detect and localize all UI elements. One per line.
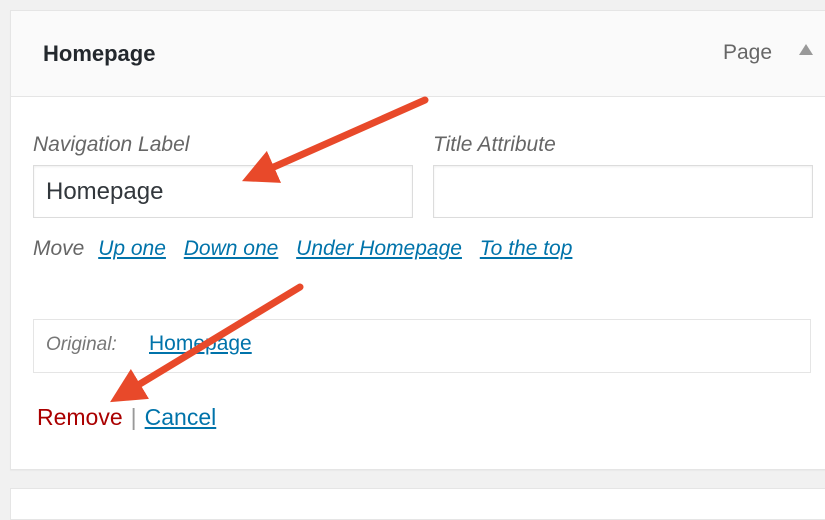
original-link[interactable]: Homepage bbox=[149, 332, 252, 356]
menu-item-title: Homepage bbox=[43, 41, 156, 66]
item-actions: Remove | Cancel bbox=[37, 404, 216, 431]
menu-item-header[interactable]: Homepage Page bbox=[11, 11, 825, 97]
move-row: Move Up one Down one Under Homepage To t… bbox=[33, 237, 584, 261]
navigation-label-label: Navigation Label bbox=[33, 133, 190, 156]
title-attribute-label: Title Attribute bbox=[433, 133, 556, 156]
move-up-one-link[interactable]: Up one bbox=[98, 237, 166, 260]
remove-link[interactable]: Remove bbox=[37, 404, 123, 430]
cancel-link[interactable]: Cancel bbox=[145, 404, 217, 430]
arrow-up-icon[interactable] bbox=[799, 44, 813, 55]
menu-item-type: Page bbox=[723, 41, 773, 64]
action-separator: | bbox=[130, 404, 137, 430]
move-down-one-link[interactable]: Down one bbox=[184, 237, 279, 260]
navigation-label-input[interactable] bbox=[33, 165, 413, 218]
move-under-homepage-link[interactable]: Under Homepage bbox=[296, 237, 462, 260]
title-attribute-input[interactable] bbox=[433, 165, 813, 218]
menu-item-panel: Homepage Page Navigation Label Title Att… bbox=[10, 10, 825, 470]
original-label: Original: bbox=[46, 334, 117, 355]
next-menu-item-panel bbox=[10, 488, 825, 520]
original-box: Original: Homepage bbox=[33, 319, 811, 373]
move-to-top-link[interactable]: To the top bbox=[480, 237, 573, 260]
move-label: Move bbox=[33, 237, 85, 260]
